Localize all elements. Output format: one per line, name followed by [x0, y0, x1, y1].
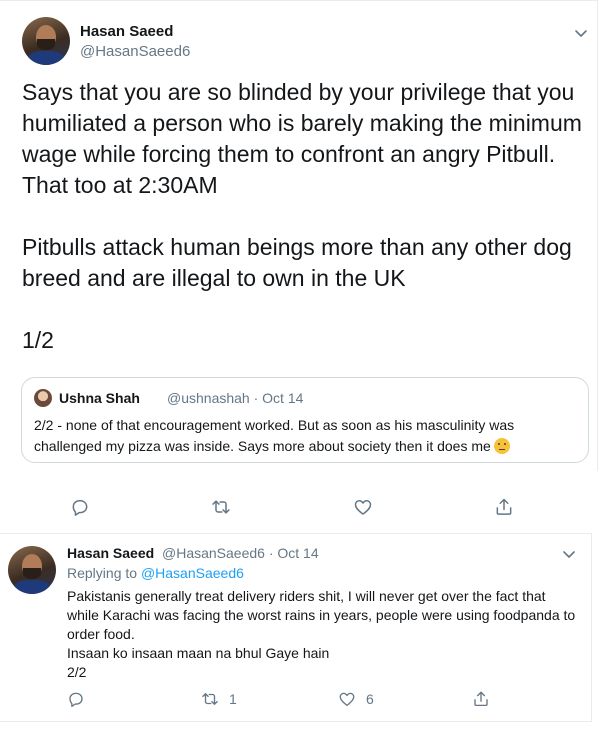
- quoted-tweet[interactable]: Ushna Shah @ushnashah · Oct 14 2/2 - non…: [21, 377, 589, 463]
- share-button[interactable]: [494, 497, 514, 517]
- quoted-author-name: Ushna Shah: [59, 390, 140, 406]
- reply-icon: [70, 497, 90, 517]
- reply-avatar[interactable]: [8, 546, 56, 594]
- quoted-text-block: 2/2 - none of that encouragement worked.…: [34, 415, 574, 457]
- reply-author-name[interactable]: Hasan Saeed: [67, 545, 154, 561]
- quoted-meta: @ushnashah · Oct 14: [167, 390, 304, 406]
- reply-icon: [67, 690, 85, 708]
- like-icon: [353, 497, 373, 517]
- chevron-down-icon[interactable]: [561, 546, 577, 562]
- like-count: 6: [366, 691, 374, 707]
- avatar[interactable]: [22, 17, 70, 65]
- like-button[interactable]: 6: [338, 690, 374, 708]
- reply-meta[interactable]: @HasanSaeed6 · Oct 14: [162, 545, 319, 561]
- reply-button[interactable]: [70, 497, 90, 517]
- author-handle[interactable]: @HasanSaeed6: [80, 43, 190, 60]
- tweet-actions: [0, 480, 600, 530]
- retweet-icon: [201, 690, 219, 708]
- author-name[interactable]: Hasan Saeed: [80, 23, 173, 40]
- share-icon: [494, 497, 514, 517]
- reply-text: Pakistanis generally treat delivery ride…: [67, 588, 576, 680]
- replying-handle-link[interactable]: @HasanSaeed6: [141, 565, 244, 581]
- chevron-down-icon[interactable]: [573, 25, 589, 41]
- tweet-text: Says that you are so blinded by your pri…: [22, 79, 582, 353]
- replying-to: Replying to @HasanSaeed6: [67, 565, 244, 581]
- retweet-button[interactable]: [211, 497, 231, 517]
- share-button[interactable]: [472, 690, 490, 708]
- like-button[interactable]: [353, 497, 373, 517]
- retweet-count: 1: [229, 691, 237, 707]
- replying-prefix: Replying to: [67, 565, 138, 581]
- quoted-avatar: [34, 389, 52, 407]
- like-icon: [338, 690, 356, 708]
- main-tweet: Hasan Saeed @HasanSaeed6 Says that you a…: [0, 0, 598, 471]
- quoted-text: 2/2 - none of that encouragement worked.…: [34, 417, 515, 454]
- retweet-icon: [211, 497, 231, 517]
- share-icon: [472, 690, 490, 708]
- raised-eyebrow-emoji-icon: [493, 438, 510, 454]
- reply-button[interactable]: [67, 690, 85, 708]
- reply-tweet: Hasan Saeed @HasanSaeed6 · Oct 14 Replyi…: [0, 533, 592, 722]
- retweet-button[interactable]: 1: [201, 690, 237, 708]
